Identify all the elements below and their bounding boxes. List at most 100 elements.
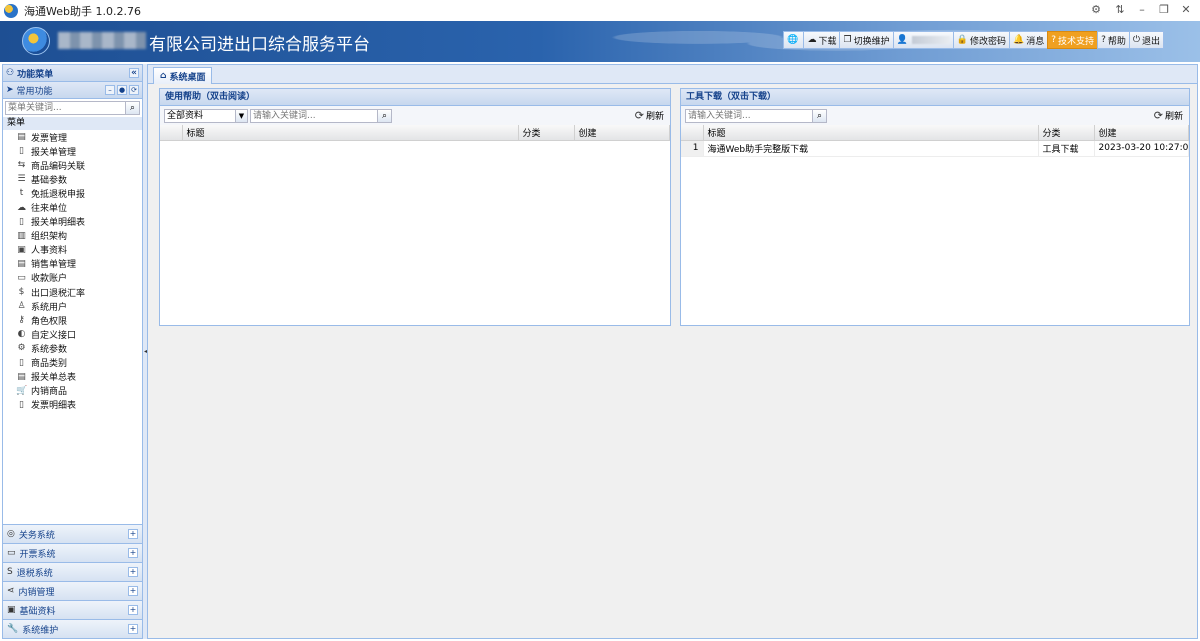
column-header-title[interactable]: 标题 <box>703 125 1039 141</box>
sidebar-item[interactable]: ▯ 报关单管理 <box>3 144 142 158</box>
platform-title: 有限公司进出口综合服务平台 <box>149 35 370 55</box>
toolbar-button-2[interactable]: ❐ 切换维护 <box>839 31 893 49</box>
sidebar-item[interactable]: ▭ 收款账户 <box>3 271 142 285</box>
system-group-header[interactable]: ▣ 基础资料 + <box>3 600 142 619</box>
toolbar-button-7[interactable]: ? 帮助 <box>1097 31 1129 49</box>
menu-tree: ▤ 发票管理 ▯ 报关单管理 ⇆ 商品编码关联 ☰ 基础参数 t 免抵退税申报 ☁ 往来单位 ▯ 报关单明… <box>3 130 142 412</box>
send-icon: ➤ <box>6 85 14 95</box>
sidebar-item[interactable]: ☁ 往来单位 <box>3 200 142 215</box>
toolbar-button-1[interactable]: ☁ 下载 <box>803 31 840 49</box>
search-icon[interactable]: ⌕ <box>377 109 391 122</box>
toolbar-button-label: 退出 <box>1141 36 1160 47</box>
search-icon[interactable]: ⌕ <box>812 109 826 122</box>
help-refresh-button[interactable]: ⟳ 刷新 <box>635 109 664 122</box>
collapse-icon[interactable]: – <box>105 85 115 95</box>
circle-icon[interactable]: ● <box>117 85 127 95</box>
system-group-header[interactable]: ◎ 关务系统 + <box>3 524 142 543</box>
company-logo <box>22 27 50 55</box>
expand-icon[interactable]: + <box>128 548 138 558</box>
network-icon: ⚇ <box>6 68 15 78</box>
common-functions-header: ➤ 常用功能 – ● ⟳ <box>3 82 142 99</box>
collapse-sidebar-button[interactable]: « <box>129 68 139 78</box>
column-header-title[interactable]: 标题 <box>182 125 519 141</box>
column-header-created[interactable]: 创建 <box>574 125 670 141</box>
globe-button[interactable]: 🌐 <box>783 31 804 49</box>
system-groups: ◎ 关务系统 + ▭ 开票系统 + S 退税系统 + ⋖ 内销管理 + ▣ 基础资料 + 🔧 系统维护 + <box>3 524 142 638</box>
username-redacted <box>911 36 950 44</box>
sidebar-item[interactable]: ♙ 系统用户 <box>3 299 142 313</box>
plug-icon: ◐ <box>17 329 26 340</box>
close-icon[interactable]: ✕ <box>1178 3 1194 17</box>
sidebar-item[interactable]: ▤ 销售单管理 <box>3 257 142 271</box>
user-button[interactable]: 👤 <box>892 31 953 49</box>
tab-system-desktop[interactable]: ⌂ 系统桌面 <box>153 67 213 84</box>
tools-grid: 标题 分类 创建 1 海通Web助手完整版下载 工具下载 2023-03-20 … <box>681 125 1189 157</box>
sidebar-item[interactable]: ⚷ 角色权限 <box>3 313 142 327</box>
lock-icon: 🔒 <box>956 35 969 45</box>
sidebar-item[interactable]: ◐ 自定义接口 <box>3 327 142 341</box>
row-title[interactable]: 海通Web助手完整版下载 <box>703 140 1039 157</box>
sidebar-item[interactable]: ▯ 报关单明细表 <box>3 215 142 229</box>
sidebar-item[interactable]: ⇆ 商品编码关联 <box>3 158 142 172</box>
switch-icon: ❐ <box>843 35 852 45</box>
chevron-down-icon[interactable]: ▼ <box>235 109 247 122</box>
sidebar-item[interactable]: $ 出口退税汇率 <box>3 285 142 299</box>
building-icon: ▥ <box>17 230 26 241</box>
search-icon[interactable]: ⌕ <box>125 102 139 114</box>
handshake-icon: ☁ <box>17 202 26 213</box>
expand-icon[interactable]: + <box>128 567 138 577</box>
sidebar-item-label: 报关单总表 <box>31 373 77 384</box>
document-icon: ▤ <box>17 258 26 269</box>
tools-refresh-button[interactable]: ⟳ 刷新 <box>1154 109 1183 122</box>
help-search-input[interactable] <box>251 109 377 122</box>
row-number: 1 <box>681 140 704 157</box>
sidebar-item[interactable]: t 免抵退税申报 <box>3 186 142 200</box>
toolbar-button-label: 消息 <box>1026 36 1045 47</box>
sidebar-item[interactable]: ▤ 发票管理 <box>3 130 142 144</box>
document-icon: ▯ <box>19 216 24 227</box>
expand-icon[interactable]: + <box>128 605 138 615</box>
expand-icon[interactable]: + <box>128 586 138 596</box>
toolbar-button-label: 修改密码 <box>970 36 1007 47</box>
category-select[interactable]: 全部资料 ▼ <box>164 108 248 123</box>
sidebar-item[interactable]: ▥ 组织架构 <box>3 229 142 243</box>
system-group-label: 退税系统 <box>16 568 53 579</box>
column-header-category[interactable]: 分类 <box>1038 125 1095 141</box>
app-window: 海通Web助手 1.0.2.76 ⚙ ⇅ – ❐ ✕ 有限公司进出口综合服务平台… <box>0 0 1200 641</box>
expand-icon[interactable]: + <box>128 529 138 539</box>
system-group-header[interactable]: S 退税系统 + <box>3 562 142 581</box>
refresh-icon[interactable]: ⟳ <box>129 85 139 95</box>
window-title: 海通Web助手 1.0.2.76 <box>24 4 141 18</box>
table-row[interactable]: 1 海通Web助手完整版下载 工具下载 2023-03-20 10:27:02 <box>681 140 1189 157</box>
system-group-header[interactable]: ⋖ 内销管理 + <box>3 581 142 600</box>
expand-icon[interactable]: + <box>128 624 138 634</box>
toolbar-button-6[interactable]: ? 技术支持 <box>1047 31 1098 49</box>
sidebar-item[interactable]: ▯ 商品类别 <box>3 356 142 370</box>
main-area: ⌂ 系统桌面 使用帮助（双击阅读） 全部资料 ▼ ⌕ <box>147 64 1198 639</box>
column-header-category[interactable]: 分类 <box>518 125 575 141</box>
sidebar-item[interactable]: ▯ 发票明细表 <box>3 398 142 412</box>
minimize-icon[interactable]: – <box>1134 3 1150 17</box>
toolbar-button-8[interactable]: ⏻ 退出 <box>1128 31 1164 49</box>
sidebar-item[interactable]: ▤ 报关单总表 <box>3 370 142 384</box>
settings-icon[interactable]: ⚙ <box>1088 3 1104 17</box>
system-group-header[interactable]: 🔧 系统维护 + <box>3 619 142 638</box>
sidebar-item-label: 报关单明细表 <box>31 218 86 229</box>
sidebar-item-label: 商品类别 <box>31 359 68 370</box>
toolbar-button-4[interactable]: 🔒 修改密码 <box>952 31 1010 49</box>
sidebar-item[interactable]: ▣ 人事资料 <box>3 243 142 257</box>
tools-search-input[interactable] <box>686 109 812 122</box>
sidebar-item[interactable]: 🛒 内销商品 <box>3 384 142 398</box>
sidebar-item[interactable]: ☰ 基础参数 <box>3 172 142 186</box>
system-group-header[interactable]: ▭ 开票系统 + <box>3 543 142 562</box>
menu-search-input[interactable] <box>6 102 125 114</box>
toolbar-button-5[interactable]: 🔔 消息 <box>1009 31 1048 49</box>
pin-icon[interactable]: ⇅ <box>1112 3 1128 17</box>
sidebar-item[interactable]: ⚙ 系统参数 <box>3 341 142 355</box>
power-icon: ⏻ <box>1132 35 1140 45</box>
window-titlebar: 海通Web助手 1.0.2.76 ⚙ ⇅ – ❐ ✕ <box>0 0 1200 21</box>
sidebar-header: ⚇ 功能菜单 « <box>3 65 142 82</box>
sidebar-item-label: 发票明细表 <box>31 401 77 412</box>
column-header-created[interactable]: 创建 <box>1094 125 1189 141</box>
restore-icon[interactable]: ❐ <box>1156 3 1172 17</box>
